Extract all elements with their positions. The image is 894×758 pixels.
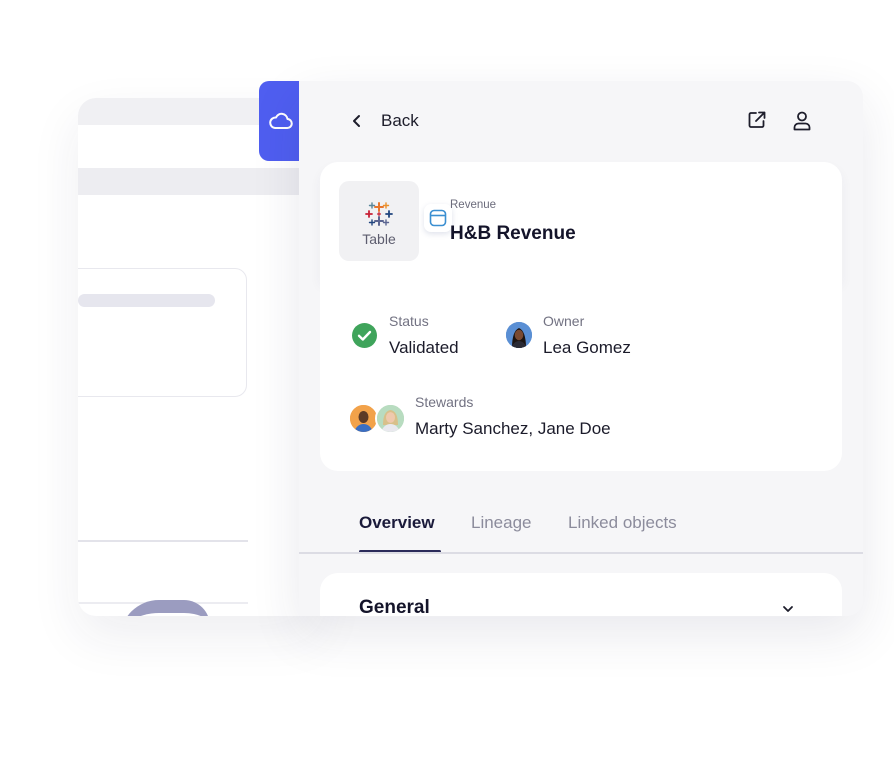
breadcrumb[interactable]: Revenue <box>450 199 496 211</box>
stewards-value[interactable]: Marty Sanchez, Jane Doe <box>415 419 611 439</box>
section-title: General <box>359 597 430 616</box>
chevron-left-icon <box>353 115 360 127</box>
user-icon[interactable] <box>791 110 813 132</box>
asset-header-card: Table Revenue H&B Revenue <box>320 162 842 280</box>
background-card <box>78 268 247 397</box>
owner-avatar[interactable] <box>506 322 532 348</box>
tableau-icon <box>365 202 393 226</box>
background-placeholder-bar <box>78 294 215 307</box>
cloud-icon <box>269 112 293 129</box>
owner-value[interactable]: Lea Gomez <box>543 338 631 358</box>
detail-panel: Back Table Revenue H&B Revenue Status Va… <box>299 81 863 616</box>
general-section[interactable]: General <box>320 573 842 616</box>
asset-type-label: Table <box>362 231 396 247</box>
steward-photo <box>377 405 404 432</box>
steward-avatar[interactable] <box>375 403 406 434</box>
asset-title: H&B Revenue <box>450 223 576 244</box>
background-band <box>78 168 318 195</box>
background-window <box>78 98 318 616</box>
tab-lineage[interactable]: Lineage <box>471 513 532 533</box>
asset-info-card: Status Validated Owner Lea Gomez Steward… <box>320 280 842 471</box>
check-circle-icon <box>352 323 377 348</box>
asset-thumbnail: Table <box>339 181 452 261</box>
owner-photo <box>506 322 532 348</box>
status-value: Validated <box>389 338 459 357</box>
stewards-label: Stewards <box>415 394 474 410</box>
table-icon <box>429 209 447 227</box>
steward-photo <box>350 405 377 432</box>
background-divider <box>78 540 248 542</box>
external-link-icon[interactable] <box>747 110 767 130</box>
owner-label: Owner <box>543 313 585 329</box>
tab-overview[interactable]: Overview <box>359 513 435 533</box>
table-badge <box>424 204 452 232</box>
status-label: Status <box>389 313 429 329</box>
tab-linked-objects[interactable]: Linked objects <box>568 513 677 533</box>
chevron-down-icon[interactable] <box>780 601 796 616</box>
back-button[interactable]: Back <box>351 109 419 133</box>
tabs-divider <box>299 552 863 554</box>
brand-tab[interactable] <box>259 81 303 161</box>
back-label: Back <box>381 111 419 130</box>
